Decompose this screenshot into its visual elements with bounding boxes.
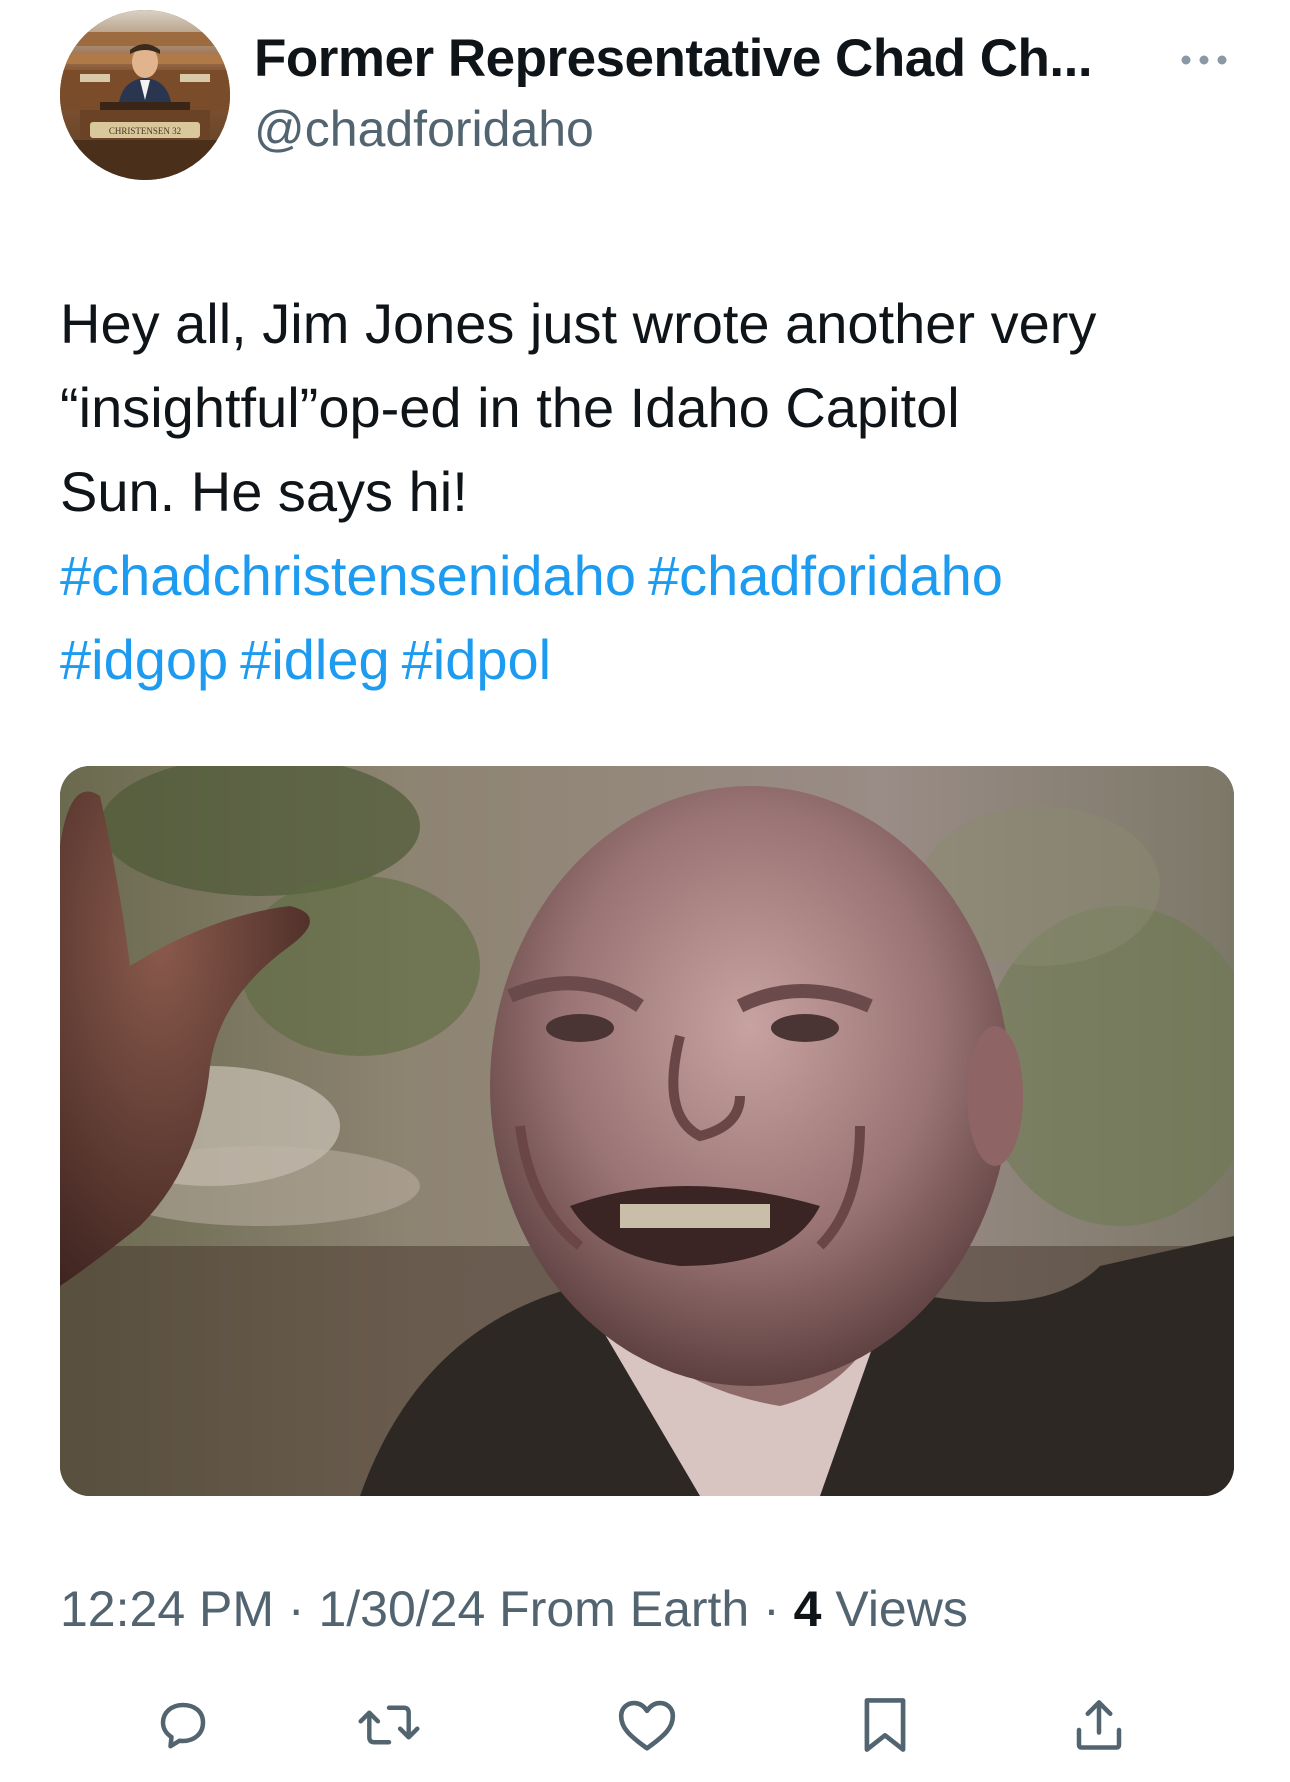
tweet-text-line: “insightful”op-ed in the Idaho Capitol (60, 376, 960, 439)
views-count: 4 (793, 1581, 822, 1637)
hashtag-link[interactable]: #idpol (402, 628, 551, 691)
more-icon (1181, 55, 1227, 65)
tweet-date[interactable]: 1/30/24 (318, 1581, 485, 1637)
tweet-meta: 12:24 PM · 1/30/24 From Earth · 4 Views (60, 1580, 968, 1638)
views-label: Views (821, 1581, 968, 1637)
hashtags-line: #chadchristensenidaho #chadforidaho (60, 534, 1240, 618)
meta-separator: · (274, 1581, 319, 1637)
meta-separator: · (749, 1581, 794, 1637)
tweet-time[interactable]: 12:24 PM (60, 1581, 274, 1637)
hashtag-link[interactable]: #chadchristensenidaho (60, 544, 636, 607)
bookmark-button[interactable] (850, 1690, 920, 1760)
avatar-image: CHRISTENSEN 32 (60, 10, 230, 180)
tweet: CHRISTENSEN 32 Former Representative Cha… (0, 0, 1290, 1782)
tweet-actions-bar (0, 1690, 1290, 1760)
reply-icon (160, 1702, 206, 1749)
hashtags-line: #idgop #idleg #idpol (60, 618, 1240, 702)
tweet-source: From Earth (485, 1581, 750, 1637)
gif-image (60, 766, 1234, 1496)
tweet-media-gif[interactable] (60, 766, 1234, 1496)
retweet-icon (358, 1705, 420, 1745)
reply-button[interactable] (148, 1690, 218, 1760)
tweet-text-line: Hey all, Jim Jones just wrote another ve… (60, 292, 1097, 355)
avatar[interactable]: CHRISTENSEN 32 (60, 10, 230, 180)
bookmark-icon (864, 1698, 906, 1752)
retweet-button[interactable] (354, 1690, 424, 1760)
hashtag-link[interactable]: #idleg (240, 628, 389, 691)
tweet-text: Hey all, Jim Jones just wrote another ve… (60, 282, 1240, 702)
avatar-nameplate: CHRISTENSEN 32 (109, 126, 181, 136)
author-display-name[interactable]: Former Representative Chad Ch... (254, 28, 1093, 89)
share-icon (1076, 1700, 1122, 1750)
heart-icon (618, 1700, 676, 1751)
author-handle[interactable]: @chadforidaho (254, 100, 594, 158)
hashtag-link[interactable]: #idgop (60, 628, 228, 691)
hashtag-link[interactable]: #chadforidaho (648, 544, 1003, 607)
like-button[interactable] (612, 1690, 682, 1760)
share-button[interactable] (1064, 1690, 1134, 1760)
more-options-button[interactable] (1176, 40, 1232, 80)
tweet-text-line: Sun. He says hi! (60, 460, 468, 523)
